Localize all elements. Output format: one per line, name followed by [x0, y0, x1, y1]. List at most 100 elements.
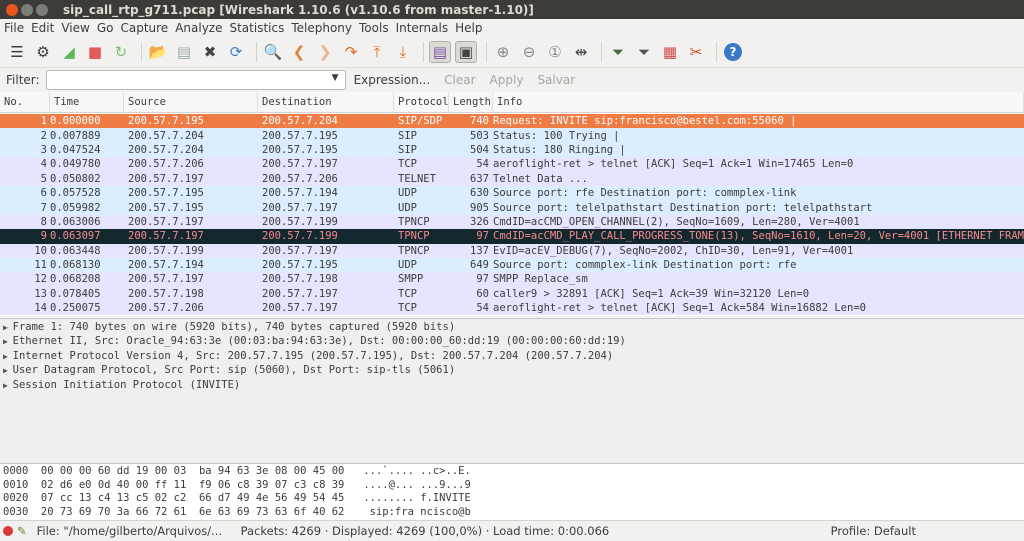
go-back-button[interactable]: ❮ [288, 41, 310, 63]
packet-row[interactable]: 5 0.050802 200.57.7.197 200.57.7.206 TELNET 6… [0, 171, 1024, 186]
chevron-down-icon[interactable]: ▼ [332, 73, 339, 83]
menu-internals[interactable]: Internals [396, 21, 449, 35]
find-packet-button[interactable]: 🔍 [262, 41, 284, 63]
menu-help[interactable]: Help [455, 21, 482, 35]
packet-len: 97 [476, 273, 489, 286]
display-filters-button[interactable]: ⏷ [633, 41, 655, 63]
zoom-in-button[interactable]: ⊕ [492, 41, 514, 63]
go-forward-button[interactable]: ❯ [314, 41, 336, 63]
packet-len: 637 [470, 172, 489, 185]
colorize-button[interactable]: ▤ [429, 41, 451, 63]
menu-go[interactable]: Go [97, 21, 114, 35]
zoom-out-button[interactable]: ⊖ [518, 41, 540, 63]
packet-row[interactable]: 1 0.000000 200.57.7.195 200.57.7.204 SIP/SDP… [0, 114, 1024, 129]
column-header-protocol[interactable]: Protocol [394, 92, 449, 112]
packet-time: 0.049780 [50, 158, 101, 171]
toolbar-separator [486, 42, 487, 62]
maximize-window-button[interactable] [36, 3, 48, 16]
packet-row[interactable]: 3 0.047524 200.57.7.204 200.57.7.195 SIP 504 S… [0, 142, 1024, 158]
packet-row[interactable]: 9 0.063097 200.57.7.197 200.57.7.199 TPNCP 97… [0, 229, 1024, 244]
normal-size-button[interactable]: ① [544, 41, 566, 63]
interfaces-button[interactable]: ☰ [6, 41, 28, 63]
start-capture-button[interactable]: ◢ [58, 41, 80, 63]
menu-statistics[interactable]: Statistics [229, 21, 284, 35]
minimize-window-button[interactable] [21, 3, 33, 16]
packet-row[interactable]: 11 0.068130 200.57.7.194 200.57.7.195 UDP 649… [0, 257, 1024, 273]
packet-time: 0.068208 [50, 273, 101, 286]
tree-item[interactable]: ▶ Internet Protocol Version 4, Src: 200.… [0, 350, 1024, 364]
preferences-button[interactable]: ✂ [685, 41, 707, 63]
restart-capture-button[interactable]: ↻ [110, 41, 132, 63]
menu-file[interactable]: File [4, 21, 24, 35]
reload-button[interactable]: ⟳ [225, 41, 247, 63]
packet-info: aeroflight-ret > telnet [ACK] Seq=1 Ack=… [493, 158, 854, 171]
packet-row[interactable]: 12 0.068208 200.57.7.197 200.57.7.198 SMPP 97… [0, 272, 1024, 287]
capture-options-button[interactable]: ⚙ [32, 41, 54, 63]
packet-row[interactable]: 4 0.049780 200.57.7.206 200.57.7.197 TCP 54 ae… [0, 157, 1024, 172]
packet-len: 97 [476, 230, 489, 243]
packet-len: 503 [470, 129, 489, 142]
packet-row[interactable]: 13 0.078405 200.57.7.198 200.57.7.197 TCP 60 c… [0, 286, 1024, 302]
tree-item[interactable]: ▶ Session Initiation Protocol (INVITE) [0, 379, 1024, 393]
packet-row[interactable]: 10 0.063448 200.57.7.199 200.57.7.197 TPNCP 1… [0, 243, 1024, 258]
expand-arrow-icon[interactable]: ▶ [3, 381, 13, 390]
tree-item[interactable]: ▶ Frame 1: 740 bytes on wire (5920 bits)… [0, 321, 1024, 335]
comments-icon[interactable]: ✎ [17, 524, 27, 538]
packet-dst: 200.57.7.197 [262, 302, 338, 315]
menu-edit[interactable]: Edit [31, 21, 54, 35]
packet-row[interactable]: 7 0.059982 200.57.7.195 200.57.7.197 UDP 905 S… [0, 200, 1024, 215]
capture-filters-icon: ⏷ [611, 43, 624, 61]
packet-no: 6 [40, 187, 47, 200]
packet-row[interactable]: 14 0.250075 200.57.7.206 200.57.7.197 TCP 54 a… [0, 301, 1024, 316]
packet-src: 200.57.7.197 [128, 273, 204, 286]
expert-info-icon[interactable] [3, 526, 13, 536]
expression-button[interactable]: Expression... [354, 73, 431, 87]
packet-time: 0.063006 [50, 215, 101, 228]
tree-item[interactable]: ▶ Ethernet II, Src: Oracle_94:63:3e (00:… [0, 335, 1024, 349]
resize-columns-button[interactable]: ⇹ [570, 41, 592, 63]
packet-proto: TPNCP [398, 244, 430, 257]
go-to-packet-button[interactable]: ↷ [340, 41, 362, 63]
save-file-button[interactable]: ▤ [173, 41, 195, 63]
coloring-rules-button[interactable]: ▦ [659, 41, 681, 63]
last-packet-button[interactable]: ⤓ [392, 41, 414, 63]
column-header-info[interactable]: Info [493, 92, 1024, 112]
menu-view[interactable]: View [61, 21, 89, 35]
packet-proto: UDP [398, 201, 417, 214]
go-to-packet-icon: ↷ [344, 43, 358, 61]
column-header-length[interactable]: Length [449, 92, 493, 112]
clear-button[interactable]: Clear [444, 73, 475, 87]
menu-tools[interactable]: Tools [359, 21, 389, 35]
expand-arrow-icon[interactable]: ▶ [3, 366, 13, 375]
status-profile[interactable]: Profile: Default [831, 524, 916, 538]
expand-arrow-icon[interactable]: ▶ [3, 352, 13, 361]
packet-proto: SMPP [398, 273, 424, 286]
menu-telephony[interactable]: Telephony [291, 21, 352, 35]
zoom-in-icon: ⊕ [496, 43, 510, 61]
close-window-button[interactable] [6, 3, 18, 16]
tree-item[interactable]: ▶ User Datagram Protocol, Src Port: sip … [0, 364, 1024, 378]
save-filter-button[interactable]: Salvar [537, 73, 575, 87]
stop-capture-button[interactable]: ■ [84, 41, 106, 63]
menu-analyze[interactable]: Analyze [175, 21, 222, 35]
packet-row[interactable]: 2 0.007889 200.57.7.204 200.57.7.195 SIP 503 S… [0, 128, 1024, 143]
toolbar-separator [141, 42, 142, 62]
help-button[interactable]: ? [722, 41, 744, 63]
menu-capture[interactable]: Capture [120, 21, 168, 35]
packet-row[interactable]: 6 0.057528 200.57.7.195 200.57.7.194 UDP 630 S… [0, 185, 1024, 201]
column-header-source[interactable]: Source [124, 92, 258, 112]
auto-scroll-button[interactable]: ▣ [455, 41, 477, 63]
expand-arrow-icon[interactable]: ▶ [3, 323, 13, 332]
first-packet-button[interactable]: ⤒ [366, 41, 388, 63]
apply-button[interactable]: Apply [490, 73, 524, 87]
column-header-destination[interactable]: Destination [258, 92, 394, 112]
column-header-no[interactable]: No. [0, 92, 50, 112]
column-header-time[interactable]: Time [50, 92, 124, 112]
packet-row[interactable]: 8 0.063006 200.57.7.197 200.57.7.199 TPNCP 32… [0, 214, 1024, 230]
filter-input[interactable]: ▼ [45, 70, 346, 90]
capture-filters-button[interactable]: ⏷ [607, 41, 629, 63]
packet-no: 1 [40, 115, 47, 128]
close-file-button[interactable]: ✖ [199, 41, 221, 63]
open-file-button[interactable]: 📂 [147, 41, 169, 63]
expand-arrow-icon[interactable]: ▶ [3, 337, 13, 346]
